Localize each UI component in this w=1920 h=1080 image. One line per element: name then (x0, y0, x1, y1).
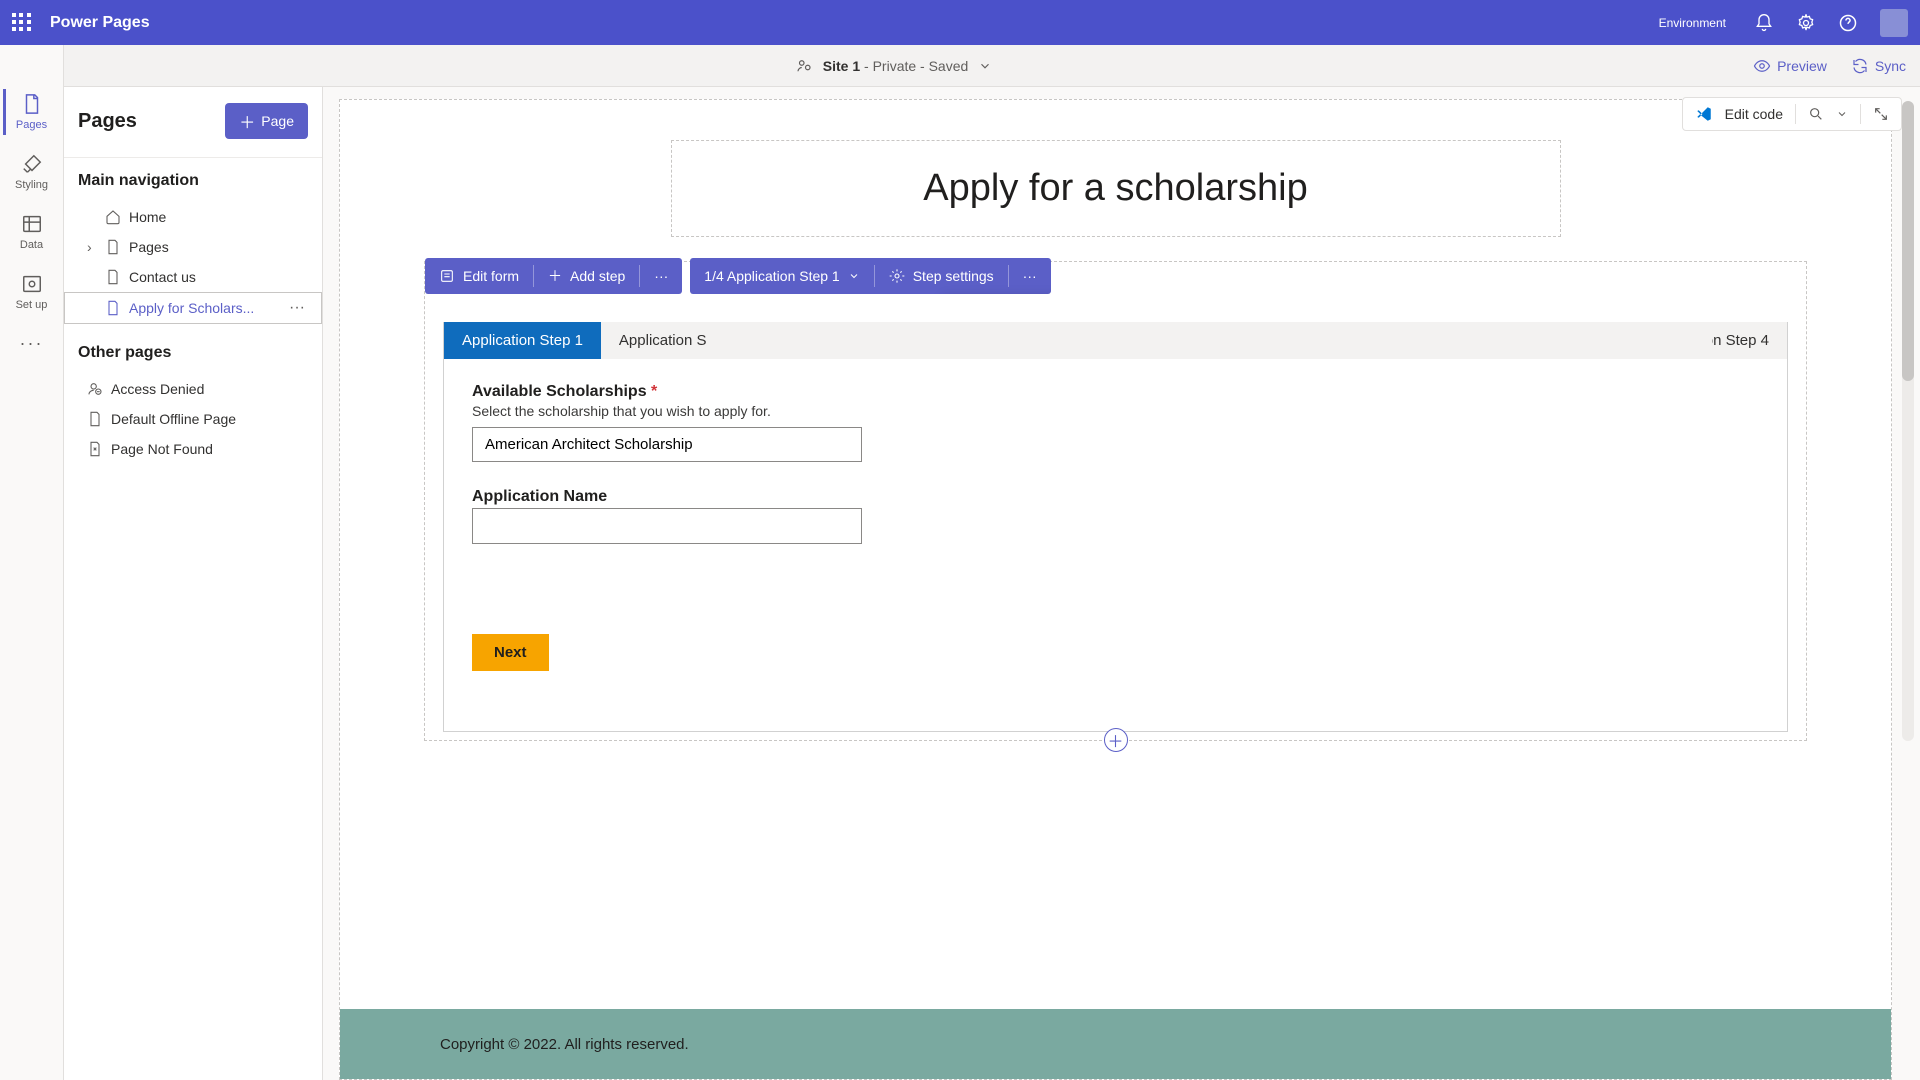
person-icon (87, 381, 103, 397)
more-icon[interactable]: ··· (289, 299, 313, 317)
scholarship-description: Select the scholarship that you wish to … (472, 403, 1759, 419)
plus-icon: ＋ (239, 109, 255, 133)
rail-pages[interactable]: Pages (3, 89, 55, 135)
form-edit-toolbar: Edit form ＋ Add step ··· 1/4 Application… (425, 258, 1051, 294)
profile-avatar[interactable] (1880, 9, 1908, 37)
step-selector[interactable]: 1/4 Application Step 1 (690, 258, 873, 294)
scholarship-label: Available Scholarships * (472, 383, 1759, 401)
appname-input[interactable] (472, 508, 862, 544)
tab-step4[interactable]: tion Step 4 (1712, 322, 1787, 359)
setup-icon (21, 273, 43, 295)
canvas-toolbar: Edit code (1682, 97, 1902, 131)
tree-item-home[interactable]: Home (64, 202, 322, 232)
help-icon[interactable] (1838, 13, 1858, 33)
tree-item-apply[interactable]: Apply for Scholars... ··· (64, 292, 322, 324)
edit-form-button[interactable]: Edit form (425, 258, 533, 294)
main-nav-header: Main navigation (64, 158, 322, 196)
site-icon (795, 57, 813, 75)
chevron-down-icon[interactable] (1836, 108, 1848, 120)
toolbar-more-button-2[interactable]: ··· (1009, 258, 1051, 294)
page-icon (87, 411, 103, 427)
zoom-icon[interactable] (1808, 106, 1824, 122)
form-icon (439, 268, 455, 284)
page-title: Apply for a scholarship (682, 167, 1550, 210)
plus-icon: ＋ (548, 266, 562, 286)
environment-selector[interactable]: Environment (1649, 16, 1726, 30)
tree-item-access-denied[interactable]: Access Denied (64, 374, 322, 404)
gear-icon (889, 268, 905, 284)
scrollbar[interactable] (1902, 101, 1914, 741)
chevron-down-icon[interactable] (978, 59, 992, 73)
tree-item-offline[interactable]: Default Offline Page (64, 404, 322, 434)
data-icon (21, 213, 43, 235)
page-footer: Copyright © 2022. All rights reserved. (340, 1009, 1891, 1079)
pages-panel: Pages ＋ Page Main navigation Home › Page… (64, 87, 323, 1080)
styling-icon (21, 153, 43, 175)
bell-icon[interactable] (1754, 13, 1774, 33)
add-step-button[interactable]: ＋ Add step (534, 258, 639, 294)
multistep-form: Application Step 1 Application Step 2 ti… (443, 322, 1788, 732)
eye-icon (1753, 57, 1771, 75)
environment-label: Environment (1659, 16, 1726, 30)
command-bar: Site 1 - Private - Saved Preview Sync (0, 45, 1920, 87)
page-error-icon (87, 441, 103, 457)
canvas: Edit code Apply for a scholarship Edit f… (323, 87, 1920, 1080)
chevron-down-icon (848, 270, 860, 282)
pages-icon (21, 93, 43, 115)
expand-icon[interactable] (1873, 106, 1889, 122)
tree-item-notfound[interactable]: Page Not Found (64, 434, 322, 464)
form-tabs: Application Step 1 Application Step 2 ti… (444, 322, 1787, 359)
form-section: Edit form ＋ Add step ··· 1/4 Application… (424, 261, 1807, 741)
next-button[interactable]: Next (472, 634, 549, 671)
add-page-button[interactable]: ＋ Page (225, 103, 308, 139)
sync-button[interactable]: Sync (1851, 57, 1906, 75)
app-title: Power Pages (50, 14, 150, 32)
page-title-section[interactable]: Apply for a scholarship (671, 140, 1561, 237)
vscode-icon (1695, 105, 1713, 123)
rail-more[interactable]: ··· (6, 329, 58, 358)
rail-setup[interactable]: Set up (6, 269, 58, 315)
other-pages-header: Other pages (64, 330, 322, 368)
sync-icon (1851, 57, 1869, 75)
preview-button[interactable]: Preview (1753, 57, 1827, 75)
rail-data[interactable]: Data (6, 209, 58, 255)
tree-item-pages[interactable]: › Pages (64, 232, 322, 262)
tab-step2[interactable]: Application Step 2 (601, 322, 706, 359)
edit-code-button[interactable]: Edit code (1725, 106, 1783, 122)
rail-styling[interactable]: Styling (6, 149, 58, 195)
page-icon (105, 239, 121, 255)
toolbar-more-button[interactable]: ··· (640, 258, 682, 294)
step-settings-button[interactable]: Step settings (875, 258, 1008, 294)
tree-item-contact[interactable]: Contact us (64, 262, 322, 292)
page-icon (105, 269, 121, 285)
scholarship-input[interactable]: American Architect Scholarship (472, 427, 862, 462)
page-icon (105, 300, 121, 316)
top-header: Power Pages Environment (0, 0, 1920, 45)
appname-label: Application Name (472, 488, 1759, 506)
add-section-button[interactable]: ＋ (1104, 728, 1128, 752)
left-rail: Pages Styling Data Set up ··· (0, 45, 64, 1080)
page-surface: Apply for a scholarship Edit form ＋ Add … (339, 99, 1892, 1080)
home-icon (105, 209, 121, 225)
gear-icon[interactable] (1796, 13, 1816, 33)
tab-step1[interactable]: Application Step 1 (444, 322, 601, 359)
app-launcher-icon[interactable] (12, 13, 32, 33)
pages-panel-title: Pages (78, 110, 137, 133)
site-name[interactable]: Site 1 - Private - Saved (823, 58, 969, 74)
